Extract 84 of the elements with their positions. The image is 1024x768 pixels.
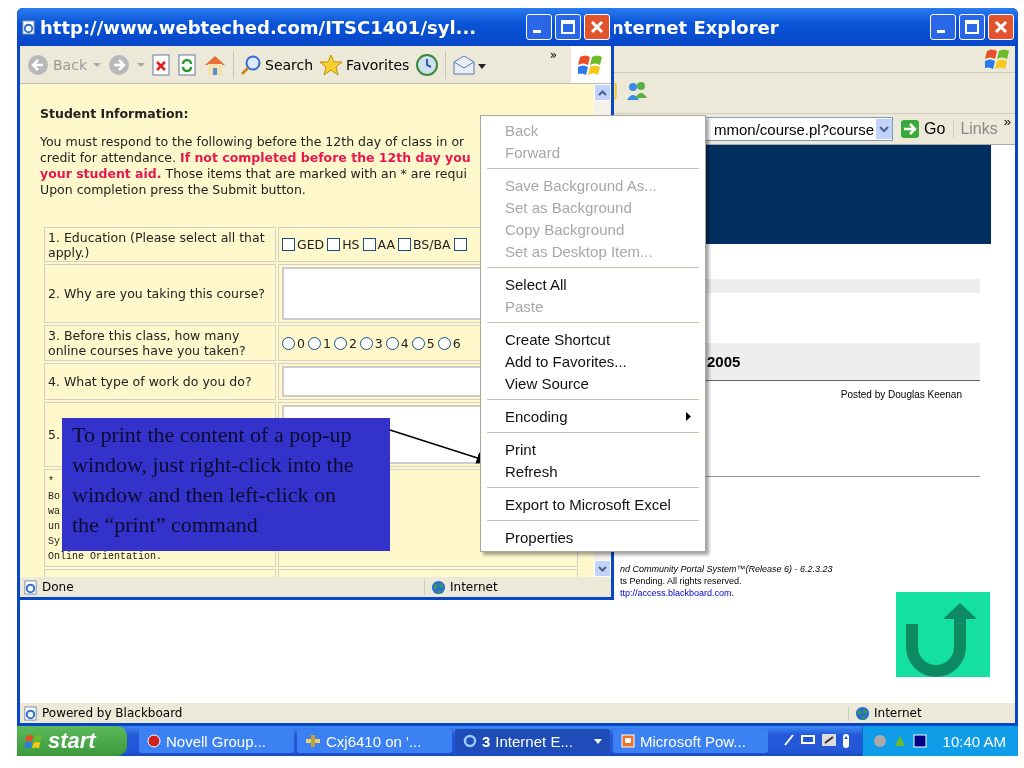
windows-logo [571, 46, 611, 83]
dropdown-button[interactable] [876, 119, 893, 139]
note-text: Sy [48, 535, 60, 549]
close-icon [589, 19, 605, 35]
menu-item[interactable]: Add to Favorites... [483, 350, 703, 372]
callout-text: To print the content of a pop-up window, just right-click into the window and then left-click on the “print” command [72, 422, 354, 537]
globe-icon [431, 579, 446, 595]
close-button[interactable] [988, 14, 1014, 40]
question-label: 5. [48, 427, 60, 442]
section-title: Student Information: [40, 106, 190, 121]
caret-icon[interactable] [594, 738, 602, 744]
question-label: 1. Education (Please select all that apply.) [48, 229, 266, 260]
note-text: Online Orientation. [48, 550, 163, 564]
app-icon [305, 734, 321, 748]
minimize-icon [937, 29, 945, 33]
more-button[interactable]: » [549, 48, 557, 62]
note-text: un [48, 520, 60, 534]
taskbar-button[interactable]: Microsoft Pow... [613, 729, 768, 753]
search-icon [240, 53, 262, 76]
maximize-button[interactable] [959, 14, 985, 40]
favorites-button[interactable]: Favorites [319, 53, 410, 76]
minimize-icon [533, 29, 541, 33]
submenu-arrow-icon [686, 411, 691, 421]
page-icon [23, 705, 38, 721]
presentation-icon [621, 734, 635, 748]
search-button[interactable]: Search [240, 53, 314, 76]
footer-text: ts Pending. All rights reserved. [620, 575, 742, 587]
maximize-icon [964, 19, 980, 35]
note-text: Bo [48, 490, 60, 504]
window-title: http://www.webteched.com/ITSC1401/syl... [40, 16, 477, 38]
history-button[interactable] [415, 52, 440, 77]
maximize-icon [560, 19, 576, 35]
clock-text: 10:40 AM [942, 732, 1006, 750]
status-text: Powered by Blackboard [42, 706, 183, 720]
footer-text: ttp://access.blackboard.com. [620, 587, 735, 599]
app-icon [147, 734, 161, 748]
checkbox[interactable]: GED [282, 237, 325, 252]
link[interactable]: ttp://access.blackboard.com [620, 588, 732, 598]
checkbox[interactable]: AA [362, 237, 395, 252]
menu-item[interactable]: Print [483, 438, 703, 460]
zone-text: Internet [874, 706, 922, 720]
close-button[interactable] [584, 14, 610, 40]
go-button[interactable]: Go [893, 120, 954, 138]
instructions-text: You must respond to the following before the 12th day of class in or credit for attendance. If not completed before the 12th day you your student aid. Those items that are marked with an * are requi Upon completion press the Submit button. [40, 134, 471, 198]
page-icon [23, 579, 38, 595]
scroll-up-button[interactable] [594, 84, 611, 101]
author-text: Posted by Douglas Keenan [840, 389, 962, 400]
menu-item[interactable]: Properties [483, 526, 703, 548]
taskbar-button[interactable]: Cxj6410 on '... [297, 729, 452, 753]
minimize-button[interactable] [526, 14, 552, 40]
window-title: nternet Explorer [611, 16, 780, 38]
checkbox[interactable]: HS [327, 237, 360, 252]
menu-item[interactable]: Export to Microsoft Excel [483, 493, 703, 515]
maximize-button[interactable] [555, 14, 581, 40]
note-text: wa [48, 505, 60, 519]
menu-item[interactable]: Encoding [483, 405, 703, 427]
windows-logo [985, 47, 1011, 71]
monitor-icon[interactable] [912, 734, 927, 748]
zone-text: Internet [450, 580, 498, 594]
checkbox[interactable]: BS/BA [398, 237, 451, 252]
checkbox[interactable] [453, 238, 467, 251]
taskbar-button[interactable]: Novell Group... [139, 729, 294, 753]
minimize-button[interactable] [930, 14, 956, 40]
stop-button[interactable] [151, 53, 171, 76]
status-text: Done [42, 580, 74, 594]
caret-icon [879, 125, 890, 133]
scroll-down-button[interactable] [594, 560, 611, 577]
refresh-button[interactable] [177, 53, 197, 76]
home-button[interactable] [203, 53, 227, 76]
globe-icon [855, 705, 870, 721]
windows-logo [25, 732, 43, 750]
menu-item[interactable]: Select All [483, 273, 703, 295]
page-icon [21, 19, 36, 35]
taskbar-button[interactable]: 3 Internet E... [455, 729, 610, 753]
close-icon [993, 19, 1009, 35]
note-text: * [48, 475, 54, 489]
more-button[interactable]: » [1003, 114, 1015, 129]
mail-button[interactable] [452, 53, 487, 76]
footer-text: nd Community Portal System™(Release 6) - 6.2.3.23 [620, 563, 833, 575]
menu-item[interactable]: Refresh [483, 460, 703, 482]
question-label: 2. Why are you taking this course? [48, 286, 265, 301]
browser-icon [463, 734, 477, 748]
arrow-icon [901, 120, 920, 138]
star-icon [319, 53, 344, 76]
